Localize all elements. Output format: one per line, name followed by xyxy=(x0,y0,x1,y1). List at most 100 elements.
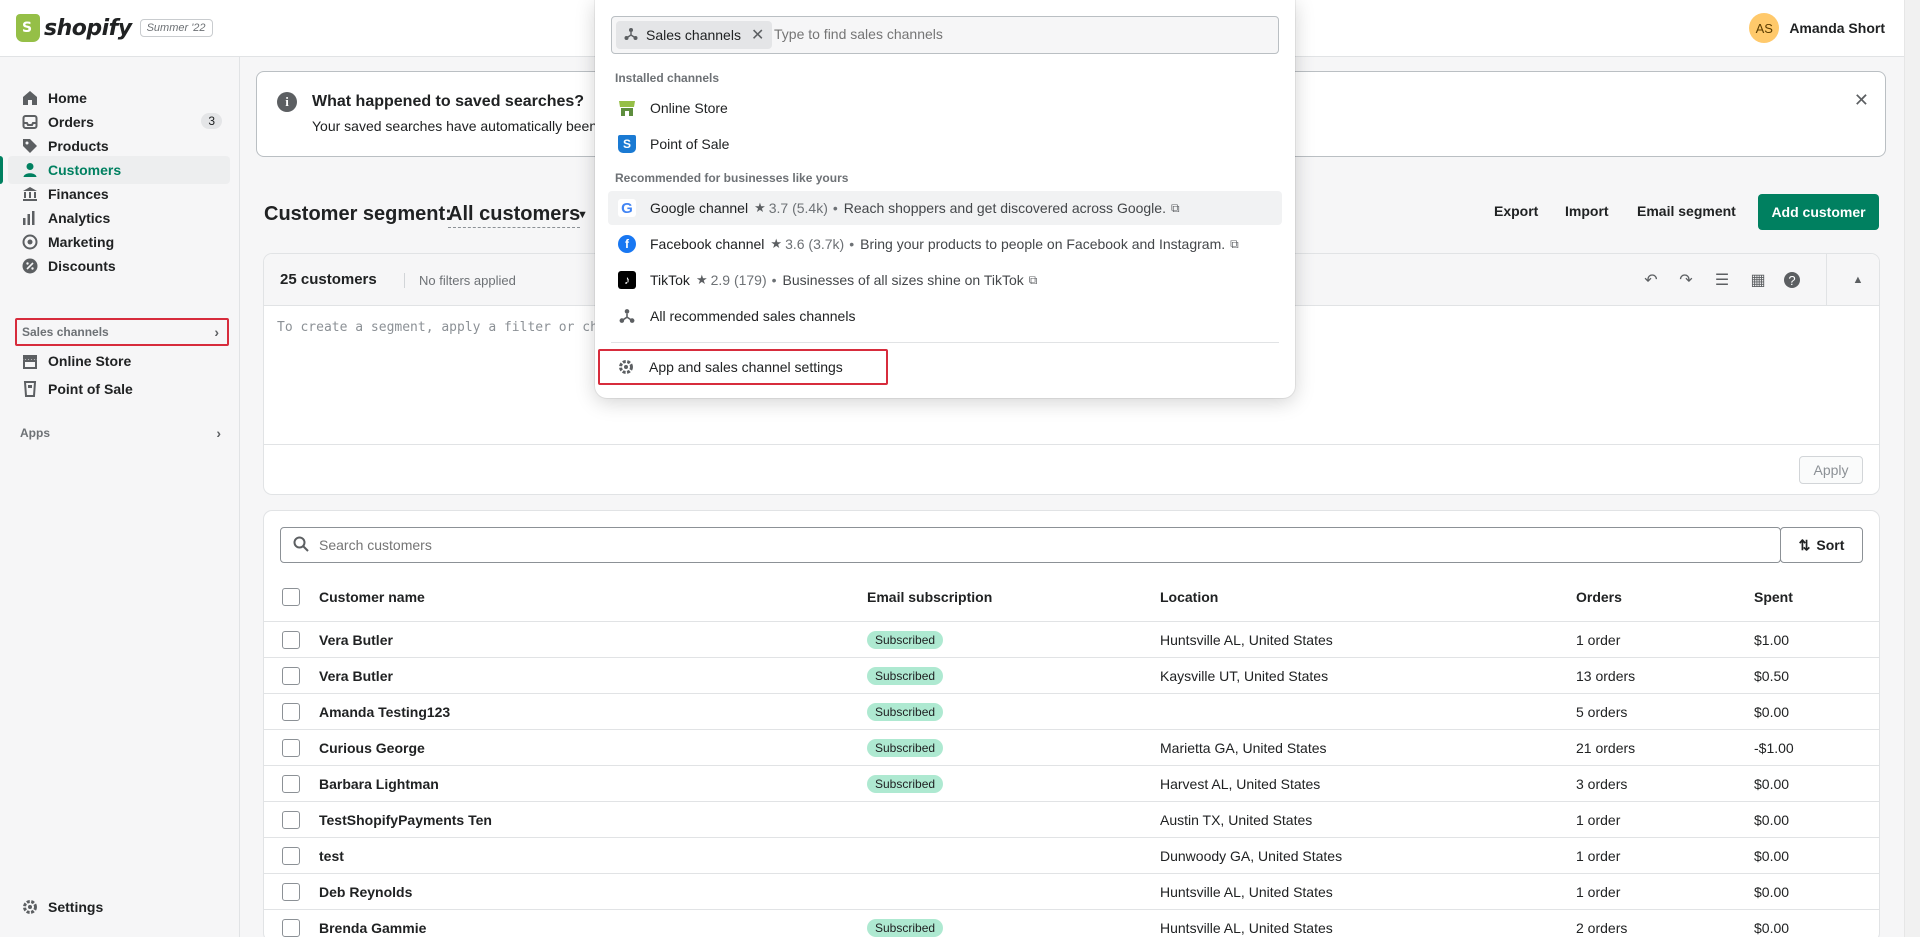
help-icon[interactable]: ? xyxy=(1784,272,1800,288)
export-button[interactable]: Export xyxy=(1494,203,1538,219)
table-row[interactable]: Amanda Testing123 Subscribed 5 orders $0.00 xyxy=(264,693,1879,729)
page-scrollbar[interactable] xyxy=(1904,0,1920,937)
banner-body: Your saved searches have automatically b… xyxy=(312,118,605,134)
column-header-location[interactable]: Location xyxy=(1160,589,1218,605)
row-checkbox[interactable] xyxy=(282,775,300,793)
column-header-spent[interactable]: Spent xyxy=(1754,589,1793,605)
customer-name[interactable]: Deb Reynolds xyxy=(319,884,412,900)
sidebar-item-label: Marketing xyxy=(48,234,115,250)
undo-icon[interactable]: ↶ xyxy=(1642,271,1660,289)
templates-icon[interactable]: ▦ xyxy=(1749,271,1767,289)
select-all-checkbox[interactable] xyxy=(282,588,300,606)
customer-name[interactable]: Curious George xyxy=(319,740,425,756)
close-icon[interactable]: ✕ xyxy=(1854,90,1869,111)
row-checkbox[interactable] xyxy=(282,883,300,901)
table-row[interactable]: Barbara Lightman Subscribed Harvest AL, Un… xyxy=(264,765,1879,801)
table-row[interactable]: test Dunwoody GA, United States 1 order $0.… xyxy=(264,837,1879,873)
bar-chart-icon xyxy=(22,210,38,226)
recommended-google-channel[interactable]: G Google channel ★ 3.7 (5.4k) • Reach sh… xyxy=(608,191,1282,225)
separator-dot: • xyxy=(832,200,838,216)
subscription-badge: Subscribed xyxy=(867,631,944,649)
editor-placeholder[interactable]: To create a segment, apply a filter or c… xyxy=(277,320,606,335)
customer-name[interactable]: Vera Butler xyxy=(319,668,393,684)
customer-name[interactable]: test xyxy=(319,848,344,864)
table-row[interactable]: Vera Butler Subscribed Huntsville AL, Unit… xyxy=(264,621,1879,657)
customer-name[interactable]: TestShopifyPayments Ten xyxy=(319,812,492,828)
caret-down-icon[interactable]: ▼ xyxy=(577,209,588,221)
channel-label: All recommended sales channels xyxy=(650,308,856,324)
table-row[interactable]: Curious George Subscribed Marietta GA, Uni… xyxy=(264,729,1879,765)
sidebar-item-discounts[interactable]: Discounts xyxy=(8,252,230,280)
recommended-facebook-channel[interactable]: f Facebook channel ★ 3.6 (3.7k) • Bring … xyxy=(608,227,1282,261)
sales-channels-chip[interactable]: Sales channels ✕ xyxy=(616,21,773,49)
row-checkbox[interactable] xyxy=(282,703,300,721)
popover-search-field[interactable]: Sales channels ✕ xyxy=(611,16,1279,54)
row-checkbox[interactable] xyxy=(282,847,300,865)
table-row[interactable]: TestShopifyPayments Ten Austin TX, United… xyxy=(264,801,1879,837)
customer-name[interactable]: Barbara Lightman xyxy=(319,776,439,792)
filter-icon[interactable]: ☰ xyxy=(1713,271,1731,289)
customer-name[interactable]: Brenda Gammie xyxy=(319,920,426,936)
column-header-orders[interactable]: Orders xyxy=(1576,589,1622,605)
discount-icon xyxy=(22,258,38,274)
channel-description: Bring your products to people on Faceboo… xyxy=(860,236,1226,252)
customer-name[interactable]: Amanda Testing123 xyxy=(319,704,450,720)
sales-channels-section[interactable]: Sales channels › xyxy=(15,318,229,346)
column-header-email-subscription[interactable]: Email subscription xyxy=(867,589,992,605)
star-icon: ★ xyxy=(754,200,766,215)
online-store-icon xyxy=(618,99,636,117)
customer-orders: 2 orders xyxy=(1576,920,1628,936)
edition-badge: Summer '22 xyxy=(139,19,213,37)
filters-status: No filters applied xyxy=(404,273,516,288)
row-checkbox[interactable] xyxy=(282,631,300,649)
sidebar-item-settings[interactable]: Settings xyxy=(8,893,230,921)
customer-name[interactable]: Vera Butler xyxy=(319,632,393,648)
user-menu[interactable]: AS Amanda Short xyxy=(1749,13,1885,43)
sidebar-item-label: Settings xyxy=(48,899,104,915)
customer-orders: 5 orders xyxy=(1576,704,1628,720)
store-icon xyxy=(22,353,38,369)
email-segment-button[interactable]: Email segment xyxy=(1637,203,1736,219)
row-checkbox[interactable] xyxy=(282,811,300,829)
all-recommended-channels[interactable]: All recommended sales channels xyxy=(608,299,1282,333)
popover-divider xyxy=(611,342,1279,343)
row-checkbox[interactable] xyxy=(282,667,300,685)
table-row[interactable]: Deb Reynolds Huntsville AL, United States… xyxy=(264,873,1879,909)
separator-dot: • xyxy=(771,272,777,288)
customer-location: Huntsville AL, United States xyxy=(1160,884,1333,900)
customer-location: Austin TX, United States xyxy=(1160,812,1313,828)
sidebar-item-point-of-sale[interactable]: Point of Sale xyxy=(8,375,230,403)
installed-channel-online-store[interactable]: Online Store xyxy=(608,91,1282,125)
apps-section[interactable]: Apps › xyxy=(15,419,229,447)
row-checkbox[interactable] xyxy=(282,919,300,937)
sidebar-item-label: Discounts xyxy=(48,258,116,274)
import-button[interactable]: Import xyxy=(1565,203,1609,219)
row-checkbox[interactable] xyxy=(282,739,300,757)
installed-channel-point-of-sale[interactable]: S Point of Sale xyxy=(608,127,1282,161)
add-customer-button[interactable]: Add customer xyxy=(1758,194,1879,230)
subscription-badge: Subscribed xyxy=(867,739,944,757)
channel-description: Reach shoppers and get discovered across… xyxy=(843,200,1166,216)
column-header-name[interactable]: Customer name xyxy=(319,589,425,605)
recommended-tiktok-channel[interactable]: ♪ TikTok ★ 2.9 (179) • Businesses of all… xyxy=(608,263,1282,297)
sort-button[interactable]: ⇅ Sort xyxy=(1780,527,1863,563)
shopify-logo[interactable]: shopify Summer '22 xyxy=(16,14,213,42)
apply-button[interactable]: Apply xyxy=(1799,456,1863,484)
external-link-icon: ⧉ xyxy=(1028,272,1038,287)
segment-selector[interactable]: All customers xyxy=(448,203,581,228)
channel-label: Facebook channel xyxy=(650,236,765,252)
remove-chip-icon[interactable]: ✕ xyxy=(751,25,764,45)
app-and-sales-channel-settings[interactable]: App and sales channel settings xyxy=(598,349,888,385)
table-row[interactable]: Brenda Gammie Subscribed Huntsville AL, Un… xyxy=(264,909,1879,937)
customer-location: Marietta GA, United States xyxy=(1160,740,1327,756)
external-link-icon: ⧉ xyxy=(1230,236,1239,251)
search-input[interactable] xyxy=(319,537,1719,553)
redo-icon[interactable]: ↷ xyxy=(1677,271,1695,289)
popover-search-input[interactable] xyxy=(774,26,1254,42)
sales-channels-label: Sales channels xyxy=(22,325,109,339)
customer-orders: 1 order xyxy=(1576,812,1621,828)
table-row[interactable]: Vera Butler Subscribed Kaysville UT, Unite… xyxy=(264,657,1879,693)
search-customers-field[interactable] xyxy=(280,527,1781,563)
collapse-icon[interactable]: ▲ xyxy=(1849,271,1867,289)
sidebar-item-online-store[interactable]: Online Store xyxy=(8,347,230,375)
